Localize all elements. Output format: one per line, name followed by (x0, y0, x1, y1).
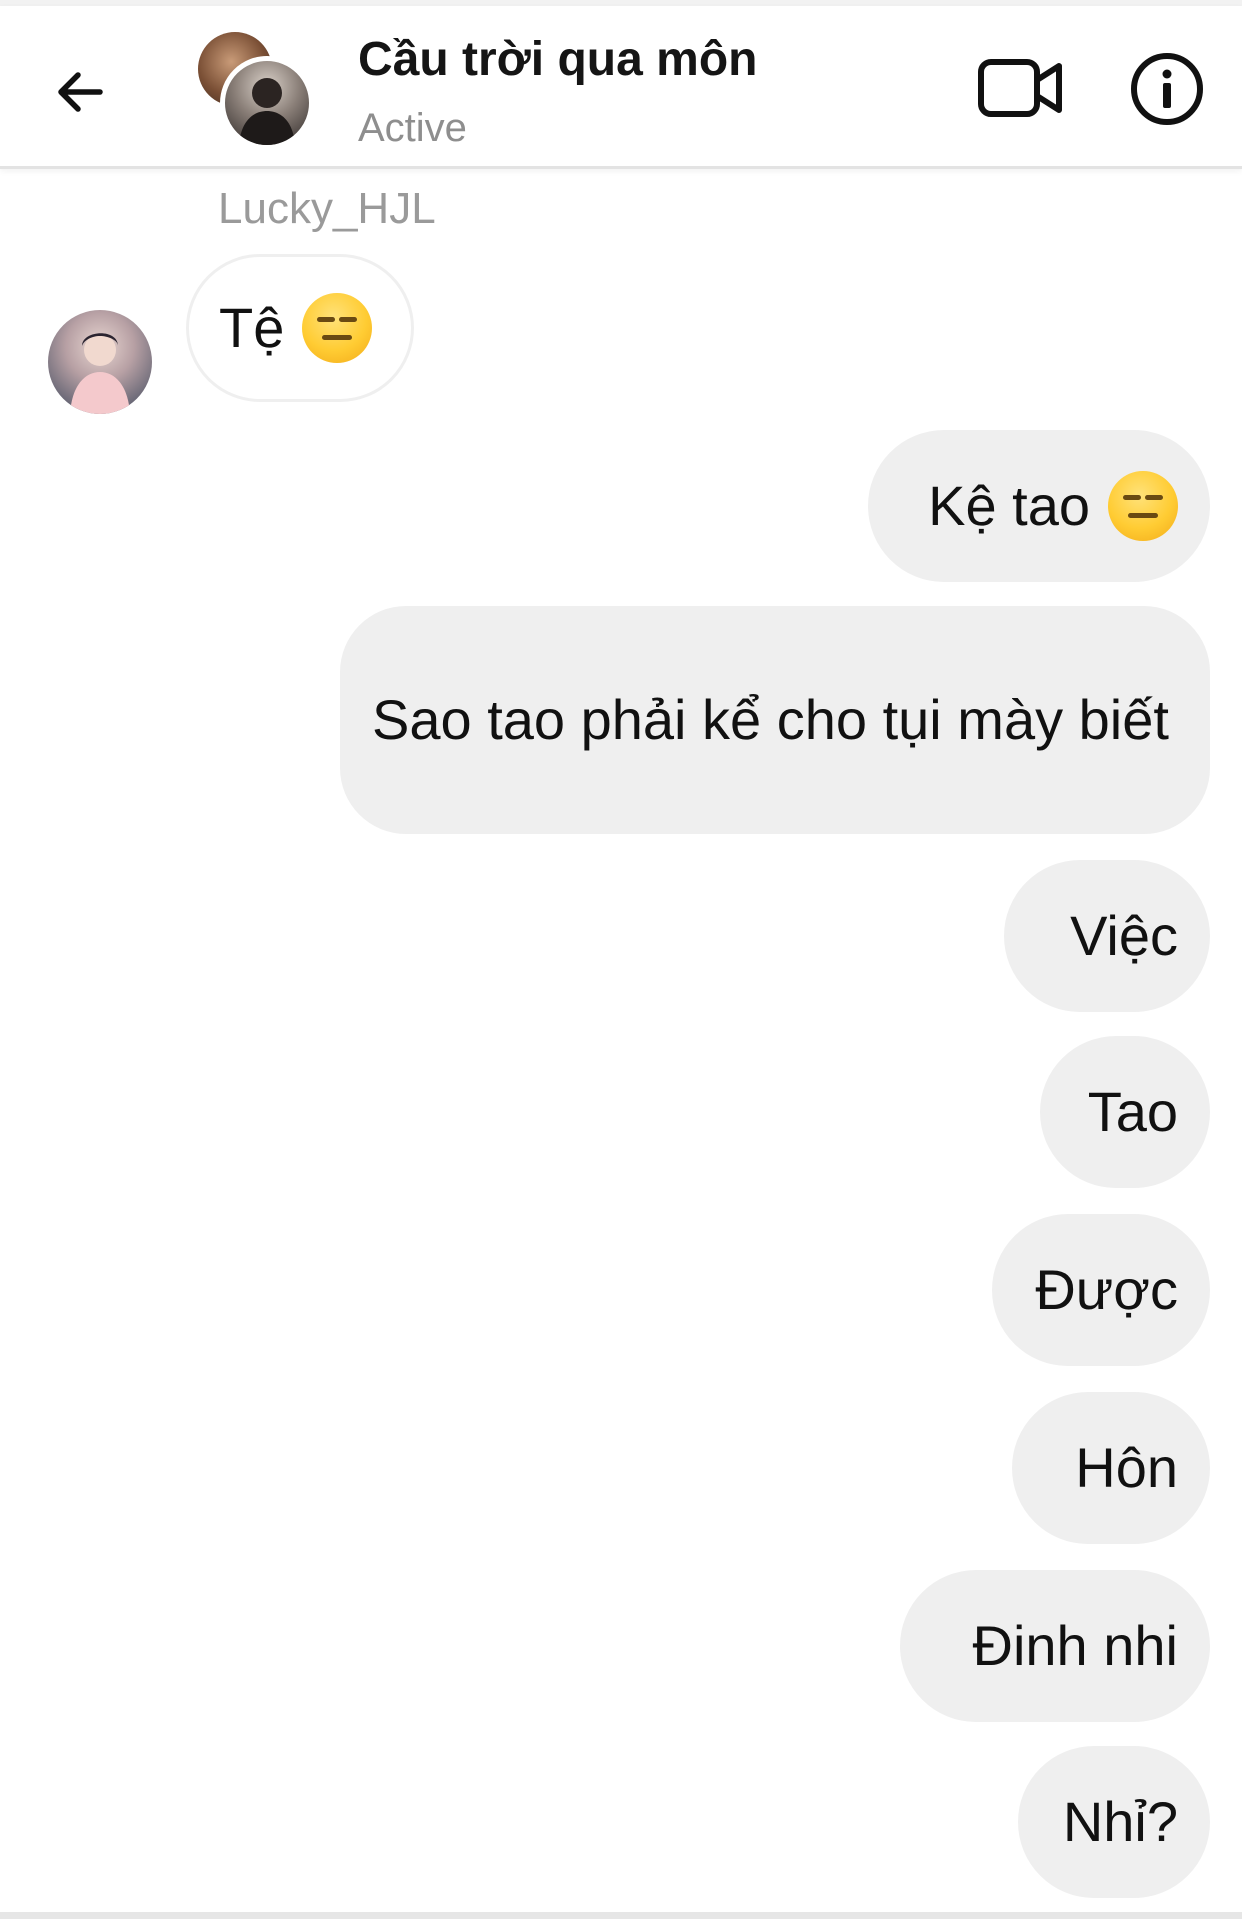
outgoing-message-bubble[interactable]: Hôn (1012, 1392, 1210, 1544)
sender-avatar[interactable] (48, 310, 152, 414)
person-photo-icon (70, 333, 130, 414)
person-silhouette-icon (239, 78, 295, 145)
group-avatar-photo-front (220, 56, 314, 150)
outgoing-message-bubble[interactable]: Tao (1040, 1036, 1210, 1188)
incoming-message-bubble[interactable]: Tệ (186, 254, 414, 402)
bottom-edge (0, 1912, 1242, 1919)
outgoing-message-bubble[interactable]: Nhỉ? (1018, 1746, 1210, 1898)
group-avatar[interactable] (198, 32, 314, 150)
info-icon (1131, 53, 1203, 125)
back-button[interactable] (40, 52, 120, 132)
arrow-left-icon (58, 72, 103, 112)
outgoing-message-bubble[interactable]: Đinh nhi (900, 1570, 1210, 1722)
expressionless-face-emoji (302, 293, 373, 363)
message-text: Hôn (1075, 1436, 1178, 1499)
sender-name: Lucky_HJL (218, 184, 436, 233)
message-text: Được (1035, 1258, 1178, 1321)
message-text: Sao tao phải kể cho tụi mày biết (372, 688, 1169, 751)
message-text: Tệ (219, 296, 285, 359)
outgoing-message-bubble[interactable]: Được (992, 1214, 1210, 1366)
outgoing-message-bubble[interactable]: Kệ tao (868, 430, 1210, 582)
message-text: Đinh nhi (972, 1614, 1178, 1677)
message-text: Tao (1087, 1080, 1178, 1143)
info-button[interactable] (1128, 50, 1206, 128)
message-text: Kệ tao (928, 474, 1090, 537)
outgoing-message-bubble[interactable]: Sao tao phải kể cho tụi mày biết (340, 606, 1210, 834)
expressionless-face-emoji (1108, 471, 1178, 541)
active-status: Active (358, 106, 467, 150)
chat-header: Cầu trời qua môn Active (0, 6, 1242, 169)
message-text: Nhỉ? (1062, 1790, 1178, 1853)
message-text: Việc (1070, 904, 1178, 967)
video-call-button[interactable] (975, 48, 1067, 128)
conversation-title[interactable]: Cầu trời qua môn (358, 32, 757, 87)
video-camera-icon (978, 59, 1062, 117)
outgoing-message-bubble[interactable]: Việc (1004, 860, 1210, 1012)
